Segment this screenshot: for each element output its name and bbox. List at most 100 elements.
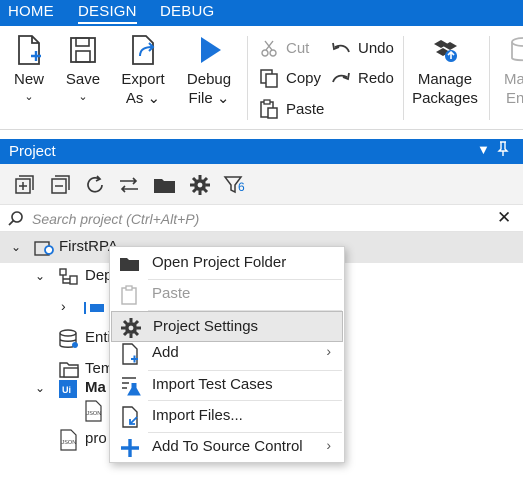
ribbon-separator (489, 36, 490, 120)
json-file-icon: JSON (60, 429, 77, 451)
copy-button[interactable]: Copy (258, 66, 321, 90)
collapse-chevron-icon[interactable]: ⌄ (11, 240, 21, 254)
cut-label: Cut (286, 39, 310, 57)
paste-label: Paste (286, 100, 325, 118)
new-label: New (13, 71, 44, 88)
save-chevron-icon: ⌄ (78, 91, 88, 103)
menu-item-import-test-cases[interactable]: Import Test Cases (111, 370, 343, 401)
search-icon (8, 211, 23, 226)
new-chevron-icon: ⌄ (24, 91, 34, 103)
menu-item-label: Import Test Cases (152, 376, 273, 393)
gear-icon (121, 318, 141, 338)
export-as-label: As ⌄ (125, 90, 161, 107)
tree-project-json-label: pro (85, 430, 107, 447)
redo-label: Redo (358, 69, 394, 87)
debug-file-button[interactable]: Debug File ⌄ (180, 26, 238, 126)
tab-debug[interactable]: DEBUG (160, 3, 214, 20)
tab-design[interactable]: DESIGN (78, 3, 137, 24)
ribbon: New ⌄ Save ⌄ Export As ⌄ Debug File ⌄ Cu… (0, 26, 523, 130)
paste-button[interactable]: Paste (258, 97, 324, 121)
ribbon-separator (403, 36, 404, 120)
gear-icon[interactable] (189, 174, 211, 196)
open-folder-icon[interactable] (153, 174, 177, 196)
top-tab-bar: HOME DESIGN DEBUG (0, 0, 523, 26)
folder-icon (120, 258, 139, 271)
save-disk-icon (70, 37, 96, 63)
partial-label-1: Ma (504, 71, 523, 88)
export-icon (132, 35, 155, 65)
menu-item-paste[interactable]: Paste (111, 279, 343, 310)
menu-item-add-to-source-control[interactable]: Add To Source Control › (111, 432, 343, 463)
entities-database-icon (59, 329, 78, 348)
menu-item-open-project-folder[interactable]: Open Project Folder (111, 248, 343, 279)
search-bar: ✕ (0, 204, 523, 232)
packages-label: Packages (412, 90, 478, 107)
ribbon-separator (247, 36, 248, 120)
undo-button[interactable]: Undo (330, 36, 394, 60)
copy-label: Copy (286, 69, 322, 87)
package-icon (84, 302, 104, 314)
menu-item-label: Import Files... (152, 407, 243, 424)
svg-text:Ui: Ui (62, 385, 71, 395)
collapse-chevron-icon[interactable]: ⌄ (35, 269, 45, 283)
panel-title: Project (9, 143, 56, 160)
svg-text:JSON: JSON (62, 440, 77, 446)
export-as-button[interactable]: Export As ⌄ (114, 26, 172, 126)
menu-item-label: Add To Source Control (152, 438, 303, 455)
manage-packages-button[interactable]: Manage Packages (410, 26, 480, 126)
redo-icon (330, 67, 352, 89)
context-menu: Open Project Folder Paste Project Settin… (109, 246, 345, 463)
paste-icon (121, 285, 137, 305)
new-file-icon (18, 35, 41, 65)
submenu-arrow-icon: › (326, 437, 331, 453)
submenu-arrow-icon: › (326, 343, 331, 359)
menu-item-label: Add (152, 344, 179, 361)
tree-entities-label: Enti (85, 329, 111, 346)
cut-button[interactable]: Cut (258, 36, 309, 60)
search-input[interactable] (32, 209, 482, 229)
partial-label-2: En (506, 90, 523, 107)
filter-count-badge: 6 (238, 180, 245, 194)
redo-button[interactable]: Redo (330, 66, 394, 90)
scissors-icon (258, 37, 280, 59)
save-label: Save (65, 71, 101, 88)
copy-icon (258, 67, 280, 89)
undo-icon (330, 37, 352, 59)
paste-icon (258, 98, 280, 120)
play-icon (201, 37, 221, 63)
database-icon (511, 37, 523, 62)
menu-item-label: Paste (152, 285, 191, 302)
export-label: Export (121, 71, 165, 88)
packages-icon (434, 40, 457, 62)
manage-entities-button[interactable]: Ma En (500, 26, 523, 126)
add-file-icon (122, 343, 138, 365)
project-panel-header: Project ▼ (0, 139, 523, 164)
menu-item-label: Open Project Folder (152, 254, 287, 271)
debug-label: Debug (186, 71, 232, 88)
collapse-chevron-icon[interactable]: ⌄ (35, 381, 45, 395)
undo-label: Undo (358, 39, 394, 57)
debug-file-label: File ⌄ (188, 90, 230, 107)
manage-label: Manage (417, 71, 473, 88)
pin-icon[interactable] (497, 141, 509, 160)
menu-item-add[interactable]: Add › (111, 338, 343, 369)
plus-icon (121, 439, 139, 457)
expand-chevron-icon[interactable]: › (61, 298, 66, 314)
tab-home[interactable]: HOME (8, 3, 54, 20)
panel-dropdown-icon[interactable]: ▼ (477, 142, 490, 157)
menu-item-label: Project Settings (153, 318, 259, 335)
tree-main-label: Ma (85, 379, 106, 396)
expand-all-icon[interactable] (14, 174, 36, 196)
menu-item-import-files[interactable]: Import Files... (111, 401, 343, 432)
refresh-icon[interactable] (84, 174, 106, 196)
project-toolbar: 6 (0, 164, 523, 204)
collapse-all-icon[interactable] (50, 174, 72, 196)
import-files-icon (122, 406, 138, 428)
project-gear-icon (34, 241, 54, 256)
svg-text:JSON: JSON (87, 411, 102, 417)
clear-search-icon[interactable]: ✕ (497, 208, 511, 228)
new-button[interactable]: New ⌄ (4, 26, 54, 126)
save-button[interactable]: Save ⌄ (58, 26, 108, 126)
sync-arrows-icon[interactable] (118, 174, 140, 196)
json-file-icon: JSON (85, 400, 102, 422)
